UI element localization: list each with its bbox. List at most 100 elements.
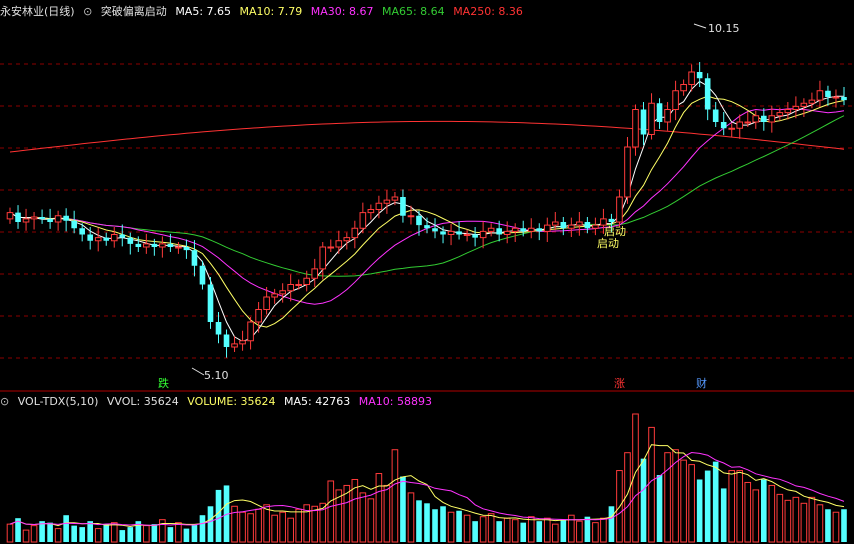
candle-down (39, 217, 45, 219)
volume-bar-up (255, 508, 262, 543)
candle-up (391, 196, 399, 201)
candle-up (447, 230, 455, 235)
volume-bar-down (63, 515, 69, 542)
candle-down (135, 243, 142, 247)
indicator-name[interactable]: 突破偏离启动 (101, 5, 167, 18)
candle-down (520, 228, 527, 232)
candle-up (247, 321, 254, 342)
candle-up (159, 243, 166, 248)
candle-up (688, 71, 695, 85)
marker-die[interactable]: 跌 (158, 378, 169, 390)
candle-down (704, 78, 711, 110)
low-price-label: 5.10 (204, 369, 229, 382)
volume-bar-up (551, 523, 559, 543)
candle-up (511, 227, 519, 232)
candle-down (825, 90, 831, 97)
candle-down (15, 212, 21, 222)
candle-up (54, 215, 62, 223)
candle-up (664, 109, 671, 123)
chart-stage: 永安林业(日线) ⊙ 突破偏离启动 MA5: 7.65 MA10: 7.79 M… (0, 0, 854, 544)
candle-up (832, 96, 840, 99)
signal-label-2: 启动 (597, 237, 619, 250)
vol-ma10-value: MA10: 58893 (358, 395, 432, 408)
candle-up (351, 227, 359, 239)
volume-bar-up (680, 459, 687, 543)
candle-up (30, 216, 38, 220)
volume-bar-up (447, 511, 455, 543)
price-header: 永安林业(日线) ⊙ 突破偏离启动 MA5: 7.65 MA10: 7.79 M… (0, 4, 528, 20)
volume-bar-up (487, 513, 495, 543)
candle-up (303, 277, 311, 285)
candle-up (319, 246, 327, 270)
volume-bar-up (792, 496, 800, 543)
volume-bar-up (279, 511, 286, 543)
candle-down (103, 237, 110, 241)
candle-down (424, 225, 430, 229)
volume-bar-down (440, 506, 446, 542)
candle-up (568, 224, 575, 229)
high-price-label: 10.15 (708, 22, 740, 35)
candle-up (800, 102, 808, 107)
candle-down (472, 234, 478, 238)
volume-bar-up (503, 517, 511, 543)
candle-up (110, 234, 118, 242)
marker-cai[interactable]: 财 (696, 378, 707, 390)
volume-bar-up (832, 511, 840, 543)
price-chart[interactable] (0, 0, 854, 392)
ma65-line (9, 115, 845, 277)
volume-bar-up (527, 516, 535, 543)
volume-bar-up (295, 508, 303, 543)
collapse-icon[interactable]: ⊙ (0, 395, 9, 408)
ma5-value: MA5: 7.65 (175, 5, 232, 18)
marker-zhang[interactable]: 涨 (614, 378, 625, 390)
candle-down (127, 237, 134, 244)
volume-bar-up (391, 449, 399, 543)
candle-up (407, 215, 415, 218)
volume-header: ⊙ VOL-TDX(5,10) VVOL: 35624 VOLUME: 3562… (0, 394, 437, 410)
candle-down (191, 250, 198, 266)
candle-up (752, 115, 760, 123)
candle-up (744, 121, 752, 124)
candle-down (400, 197, 406, 216)
volume-bar-up (407, 492, 415, 543)
volume-bar-down (215, 489, 222, 542)
candle-down (207, 284, 214, 322)
candle-up (327, 246, 335, 249)
volume-bar-down (560, 519, 567, 542)
volume-bar-up (808, 496, 816, 543)
candle-down (608, 218, 615, 222)
candle-up (551, 221, 559, 226)
ma250-line (9, 120, 845, 153)
candle-up (367, 209, 375, 214)
candle-down (440, 231, 446, 235)
volume-bar-down (696, 479, 703, 542)
candle-down (183, 247, 190, 251)
volume-bar-down (167, 527, 174, 542)
candle-up (255, 309, 262, 323)
volume-bar-up (359, 492, 367, 543)
collapse-icon[interactable]: ⊙ (83, 5, 92, 18)
candle-up (632, 109, 639, 148)
volume-chart[interactable] (0, 392, 854, 544)
volume-bar-down (496, 521, 502, 542)
candle-down (47, 218, 53, 222)
volume-bar-down (704, 470, 711, 542)
volume-bar-down (720, 488, 727, 542)
candle-up (808, 99, 816, 104)
candle-down (560, 222, 567, 229)
volume-bar-down (825, 509, 831, 542)
volume-bar-down (416, 500, 422, 542)
volume-bar-up (143, 525, 150, 543)
vol-ma5-value: MA5: 42763 (284, 395, 351, 408)
volume-bar-up (271, 514, 278, 543)
volume-bar-up (311, 505, 319, 543)
candle-up (768, 115, 776, 123)
candle-down (720, 122, 727, 129)
candle-up (22, 218, 30, 223)
vol-indicator-name[interactable]: VOL-TDX(5,10) (18, 395, 99, 408)
candle-down (79, 228, 85, 235)
volume-bar-down (760, 479, 767, 542)
volume-bar-down (199, 515, 206, 542)
ma10-line (9, 95, 845, 328)
candle-up (503, 230, 511, 235)
